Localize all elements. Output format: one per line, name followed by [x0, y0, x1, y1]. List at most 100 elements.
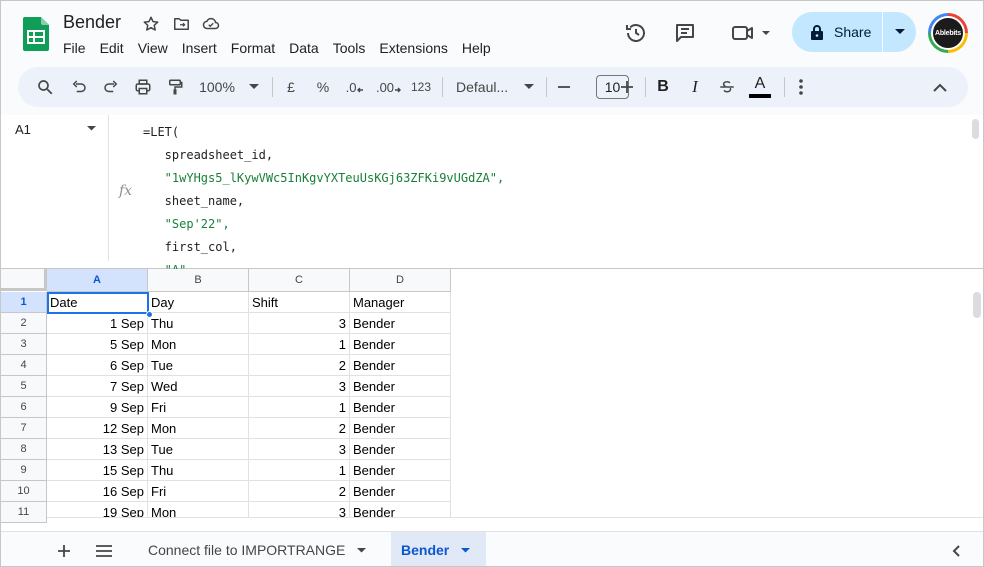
increase-decimal-button[interactable]: .00 — [374, 73, 404, 101]
cell-d6[interactable]: Bender — [350, 397, 451, 418]
menu-file[interactable]: File — [56, 39, 93, 57]
paint-format-icon[interactable] — [162, 73, 188, 101]
sheet-tab-connect-file[interactable]: Connect file to IMPORTRANGE — [138, 532, 376, 566]
cell-b1[interactable]: Day — [148, 292, 249, 313]
cell-c7[interactable]: 2 — [249, 418, 350, 439]
cell-b8[interactable]: Tue — [148, 439, 249, 460]
share-dropdown-icon[interactable] — [883, 12, 916, 52]
bold-button[interactable]: B — [652, 73, 674, 101]
star-icon[interactable] — [139, 13, 163, 35]
text-color-button[interactable]: A — [748, 73, 772, 101]
cell-c5[interactable]: 3 — [249, 376, 350, 397]
cell-b6[interactable]: Fri — [148, 397, 249, 418]
column-header-c[interactable]: C — [249, 269, 350, 292]
document-title[interactable]: Bender — [63, 12, 121, 33]
menu-format[interactable]: Format — [224, 39, 282, 57]
menu-edit[interactable]: Edit — [93, 39, 131, 57]
cell-b2[interactable]: Thu — [148, 313, 249, 334]
chevron-down-icon[interactable] — [87, 126, 96, 131]
italic-button[interactable]: I — [684, 73, 706, 101]
column-header-a[interactable]: A — [47, 269, 148, 292]
chevron-down-icon[interactable] — [357, 547, 367, 553]
menu-extensions[interactable]: Extensions — [372, 39, 454, 57]
font-family-select[interactable]: Defaul... — [452, 73, 538, 101]
cell-c1[interactable]: Shift — [249, 292, 350, 313]
decrease-font-size-icon[interactable] — [554, 73, 574, 101]
select-all-corner[interactable] — [1, 269, 47, 291]
menu-view[interactable]: View — [131, 39, 175, 57]
percent-format-button[interactable]: % — [312, 73, 334, 101]
cell-a4[interactable]: 6 Sep — [47, 355, 148, 376]
cell-d3[interactable]: Bender — [350, 334, 451, 355]
formula-scrollbar[interactable] — [972, 119, 979, 139]
add-sheet-icon[interactable] — [52, 540, 76, 562]
horizontal-scrollbar[interactable] — [47, 517, 983, 531]
cell-b7[interactable]: Mon — [148, 418, 249, 439]
cell-c4[interactable]: 2 — [249, 355, 350, 376]
row-header[interactable]: 1 — [1, 292, 47, 313]
cell-c2[interactable]: 3 — [249, 313, 350, 334]
sheet-grid[interactable]: A B C D 1 Date Day Shift Manager 2 1 Sep Thu 3 Bender… — [1, 269, 983, 531]
cloud-saved-icon[interactable] — [199, 13, 223, 35]
cell-d5[interactable]: Bender — [350, 376, 451, 397]
sheet-scroll-left-icon[interactable] — [944, 540, 968, 562]
share-button[interactable]: Share — [792, 12, 916, 52]
cell-c8[interactable]: 3 — [249, 439, 350, 460]
print-icon[interactable] — [130, 73, 156, 101]
column-header-d[interactable]: D — [350, 269, 451, 292]
cell-a7[interactable]: 12 Sep — [47, 418, 148, 439]
all-sheets-menu-icon[interactable] — [92, 540, 116, 562]
cell-b10[interactable]: Fri — [148, 481, 249, 502]
sheets-logo-icon[interactable] — [23, 17, 49, 51]
row-header[interactable]: 2 — [1, 313, 47, 334]
chevron-down-icon[interactable] — [461, 547, 471, 553]
vertical-scrollbar[interactable] — [973, 292, 981, 318]
row-header[interactable]: 6 — [1, 397, 47, 418]
cell-d2[interactable]: Bender — [350, 313, 451, 334]
search-menus-icon[interactable] — [32, 73, 58, 101]
cell-c9[interactable]: 1 — [249, 460, 350, 481]
row-header[interactable]: 10 — [1, 481, 47, 502]
row-header[interactable]: 7 — [1, 418, 47, 439]
currency-format-button[interactable]: £ — [280, 73, 302, 101]
cell-d7[interactable]: Bender — [350, 418, 451, 439]
cell-b4[interactable]: Tue — [148, 355, 249, 376]
cell-a8[interactable]: 13 Sep — [47, 439, 148, 460]
strikethrough-icon[interactable] — [716, 73, 738, 101]
more-formats-button[interactable]: 123 — [408, 73, 434, 101]
more-options-icon[interactable] — [790, 73, 812, 101]
version-history-icon[interactable] — [620, 17, 652, 49]
cell-a5[interactable]: 7 Sep — [47, 376, 148, 397]
menu-tools[interactable]: Tools — [326, 39, 373, 57]
decrease-decimal-button[interactable]: .0 — [342, 73, 368, 101]
cell-d10[interactable]: Bender — [350, 481, 451, 502]
sheet-tab-bender[interactable]: Bender — [391, 532, 486, 566]
cell-a2[interactable]: 1 Sep — [47, 313, 148, 334]
cell-d4[interactable]: Bender — [350, 355, 451, 376]
cell-a3[interactable]: 5 Sep — [47, 334, 148, 355]
cell-a10[interactable]: 16 Sep — [47, 481, 148, 502]
menu-help[interactable]: Help — [455, 39, 498, 57]
collapse-toolbar-icon[interactable] — [928, 73, 952, 101]
row-header[interactable]: 9 — [1, 460, 47, 481]
cell-b3[interactable]: Mon — [148, 334, 249, 355]
row-header[interactable]: 4 — [1, 355, 47, 376]
cell-d1[interactable]: Manager — [350, 292, 451, 313]
row-header[interactable]: 11 — [1, 502, 47, 523]
cell-a9[interactable]: 15 Sep — [47, 460, 148, 481]
row-header[interactable]: 5 — [1, 376, 47, 397]
move-folder-icon[interactable] — [169, 13, 193, 35]
meet-video-icon[interactable] — [725, 17, 775, 49]
menu-data[interactable]: Data — [282, 39, 326, 57]
cell-c6[interactable]: 1 — [249, 397, 350, 418]
column-header-b[interactable]: B — [148, 269, 249, 292]
cell-a6[interactable]: 9 Sep — [47, 397, 148, 418]
account-avatar[interactable]: Ablebits — [928, 13, 968, 53]
row-header[interactable]: 3 — [1, 334, 47, 355]
menu-insert[interactable]: Insert — [175, 39, 224, 57]
redo-icon[interactable] — [98, 73, 124, 101]
cell-d8[interactable]: Bender — [350, 439, 451, 460]
row-header[interactable]: 8 — [1, 439, 47, 460]
cell-a1[interactable]: Date — [47, 292, 148, 313]
zoom-select[interactable]: 100% — [194, 73, 264, 101]
